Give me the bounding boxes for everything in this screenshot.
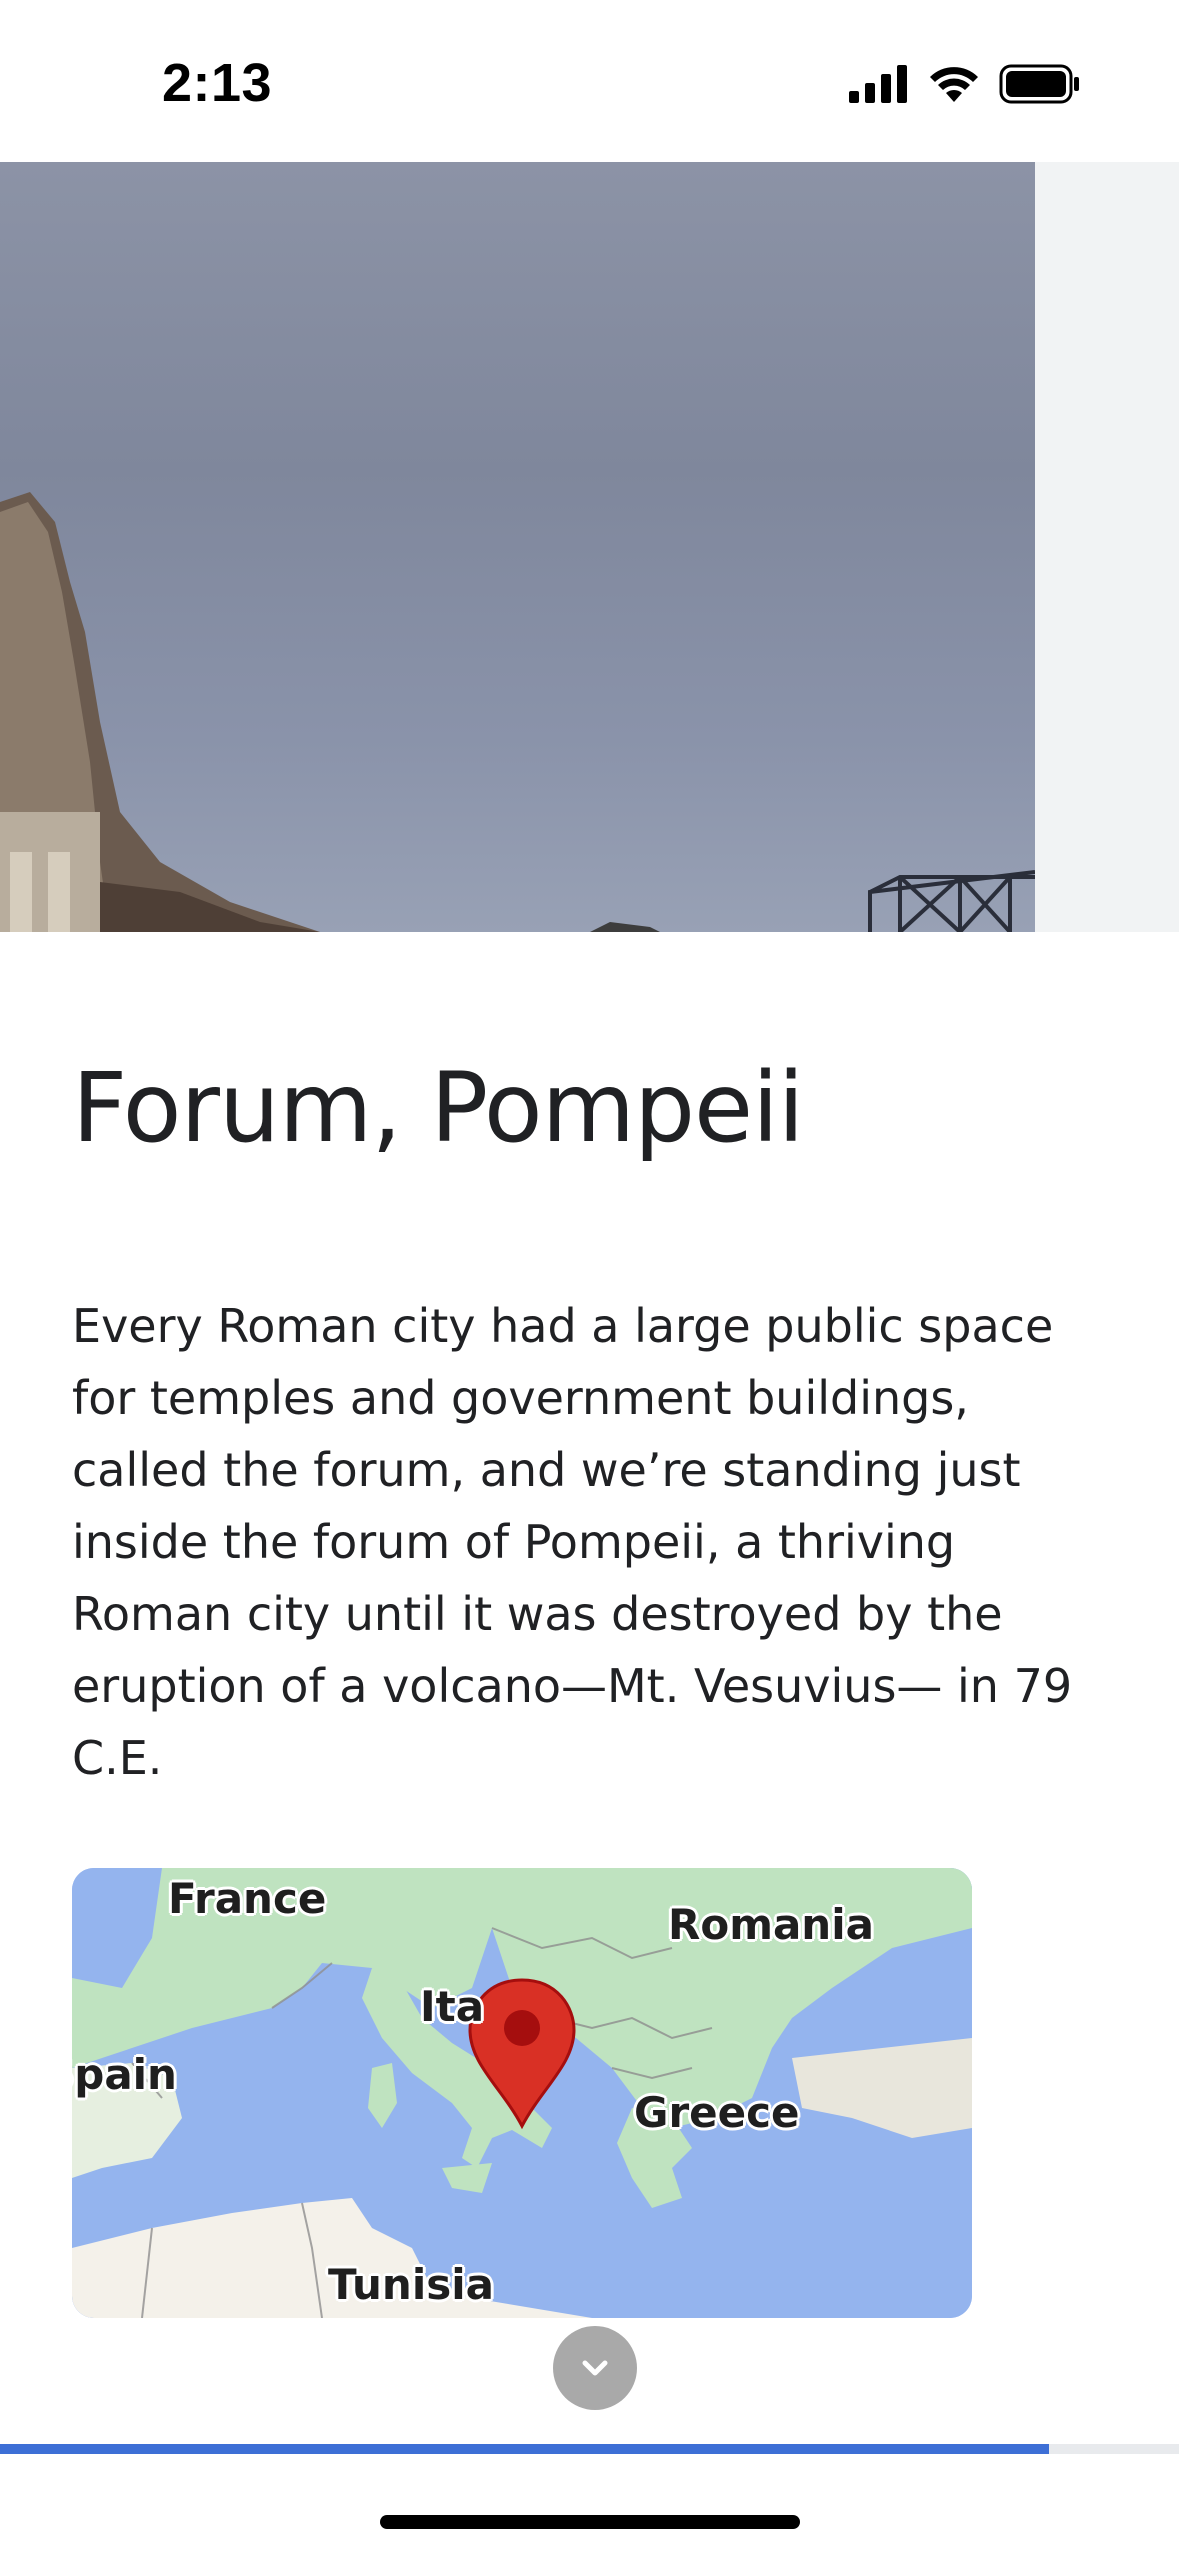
wifi-icon	[930, 67, 978, 102]
next-photo-peek[interactable]	[1035, 162, 1179, 932]
chevron-down-icon	[582, 2360, 608, 2376]
ruins-silhouette	[0, 492, 1035, 932]
map-label-romania: Romania	[668, 1900, 874, 1949]
status-icons	[849, 64, 1081, 104]
battery-icon	[999, 64, 1079, 104]
map-label-france: France	[168, 1874, 327, 1923]
map-label-italy: Ita	[420, 1982, 485, 2031]
home-indicator[interactable]	[380, 2515, 800, 2529]
reading-progress	[0, 2444, 1179, 2454]
map-label-tunisia: Tunisia	[328, 2260, 494, 2309]
scroll-down-button[interactable]	[553, 2326, 637, 2410]
status-bar: 2:13	[0, 0, 1179, 162]
map-label-spain: Spain	[72, 2050, 177, 2099]
cellular-signal-icon	[849, 65, 907, 103]
hero-photo[interactable]	[0, 162, 1035, 932]
reading-progress-fill	[0, 2444, 1050, 2454]
article-body: Every Roman city had a large public spac…	[72, 1299, 1073, 1785]
page-title: Forum, Pompeii	[72, 1052, 804, 1164]
location-map[interactable]: France Romania Ita Spain Greece Tunisia	[72, 1868, 972, 2318]
map-label-greece: Greece	[634, 2088, 800, 2137]
status-time: 2:13	[162, 53, 273, 113]
